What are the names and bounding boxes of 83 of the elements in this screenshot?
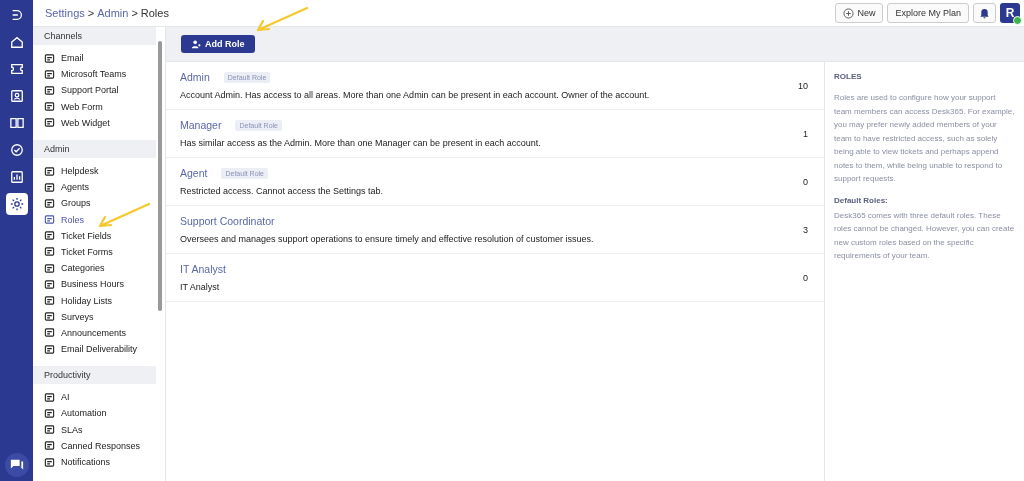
sidebar-item[interactable]: Roles [44,211,156,228]
info-text: Roles are used to configure how your support team members can access Desk365. For example, you may prefer newly added members of your team to have restricted access, such as solely being able to view tickets and perhaps append notes to them, while being unable to respond to support requests. [834,92,1015,185]
list-icon [44,52,55,64]
role-row[interactable]: Support Coordinator Oversees and manages support operations to ensure timely and effective resolution of customer issues. 3 [166,206,824,254]
new-button[interactable]: New [835,3,884,23]
breadcrumb-separator: > [87,7,95,19]
list-icon [44,424,55,436]
member-count: 1 [803,128,808,139]
sidebar-item[interactable]: Holiday Lists [44,292,156,309]
member-count: 3 [803,224,808,235]
breadcrumb-link[interactable]: Settings [45,7,85,19]
sidebar-item[interactable]: Groups [44,195,156,212]
user-avatar[interactable]: R [1000,3,1020,23]
list-icon [44,262,55,274]
role-row[interactable]: IT Analyst IT Analyst 0 [166,254,824,302]
role-description: Has similar access as the Admin. More than one Manager can be present in each account. [180,138,542,148]
sidebar-item[interactable]: Helpdesk [44,162,156,180]
sidebar-item[interactable]: Automation [44,405,156,422]
list-icon [44,246,55,258]
sidebar-item[interactable]: AI [44,389,156,406]
role-name[interactable]: Manager [180,119,222,131]
section-header: Admin [33,139,156,158]
breadcrumb-separator: > [131,7,138,19]
info-text: Desk365 comes with three default roles. These roles cannot be changed. However, you can create new custom roles based on the specific requirements of your team. [834,209,1015,262]
chat-icon[interactable] [4,453,29,477]
sidebar-item[interactable]: Notifications [44,453,156,471]
role-name[interactable]: Support Coordinator [180,215,275,227]
member-count: 10 [798,80,808,91]
breadcrumb-current: Roles [140,7,169,19]
list-icon [44,230,55,242]
member-count: 0 [803,272,808,283]
sidebar-item[interactable]: Ticket Forms [44,243,156,261]
sidebar-item[interactable]: Ticket Fields [44,227,156,244]
list-icon [44,295,55,307]
sidebar-item[interactable]: Support Portal [44,82,156,99]
breadcrumb-link[interactable]: Admin [97,7,129,19]
sidebar-item[interactable]: Microsoft Teams [44,66,156,83]
sidebar-item[interactable]: Announcements [44,324,156,341]
section-header: Productivity [33,366,156,385]
list-icon [44,456,55,468]
list-icon [44,278,55,290]
role-name[interactable]: Agent [180,167,208,179]
sidebar-item[interactable]: Email Deliverability [44,341,156,358]
user-plus-icon [191,39,201,49]
list-icon [44,327,55,339]
role-description: Restricted access. Cannot access the Settings tab. [180,186,385,196]
sidebar-item[interactable]: Surveys [44,308,156,325]
bell-icon [979,7,990,19]
list-icon [44,197,55,209]
list-icon [44,101,55,113]
sidebar-item[interactable]: Agents [44,179,156,196]
list-icon [44,117,55,129]
sidebar-item[interactable]: Web Widget [44,114,156,131]
sidebar-item[interactable]: Business Hours [44,276,156,293]
member-count: 0 [803,176,808,187]
list-icon [44,181,55,193]
role-name[interactable]: IT Analyst [180,263,226,275]
role-description: Account Admin. Has access to all areas. More than one Admin can be present in each account. Owner of the account. [180,90,651,100]
notifications-button[interactable] [973,3,996,23]
add-role-button[interactable]: Add Role [181,35,255,53]
list-icon [44,165,55,177]
info-title: ROLES [834,72,863,81]
sidebar-item[interactable]: Categories [44,260,156,277]
sidebar-item[interactable]: Canned Responses [44,437,156,454]
list-icon [44,391,55,403]
role-description: Oversees and manages support operations to ensure timely and effective resolution of customer issues. [180,234,595,244]
sidebar-item[interactable]: Web Form [44,98,156,115]
list-icon [44,84,55,96]
plus-circle-icon [843,7,855,19]
list-icon [44,68,55,80]
list-icon [44,343,55,355]
gear-icon[interactable] [5,193,28,215]
list-icon [44,311,55,323]
sidebar-item[interactable]: Email [44,50,156,67]
explore-plan-button[interactable]: Explore My Plan [887,3,969,23]
role-name[interactable]: Admin [180,71,210,83]
section-header: Channels [33,27,156,45]
info-subtitle: Default Roles: [834,195,889,205]
list-icon [44,214,55,226]
sidebar-item[interactable]: SLAs [44,421,156,438]
list-icon [44,407,55,419]
role-description: IT Analyst [180,282,221,292]
list-icon [44,440,55,452]
